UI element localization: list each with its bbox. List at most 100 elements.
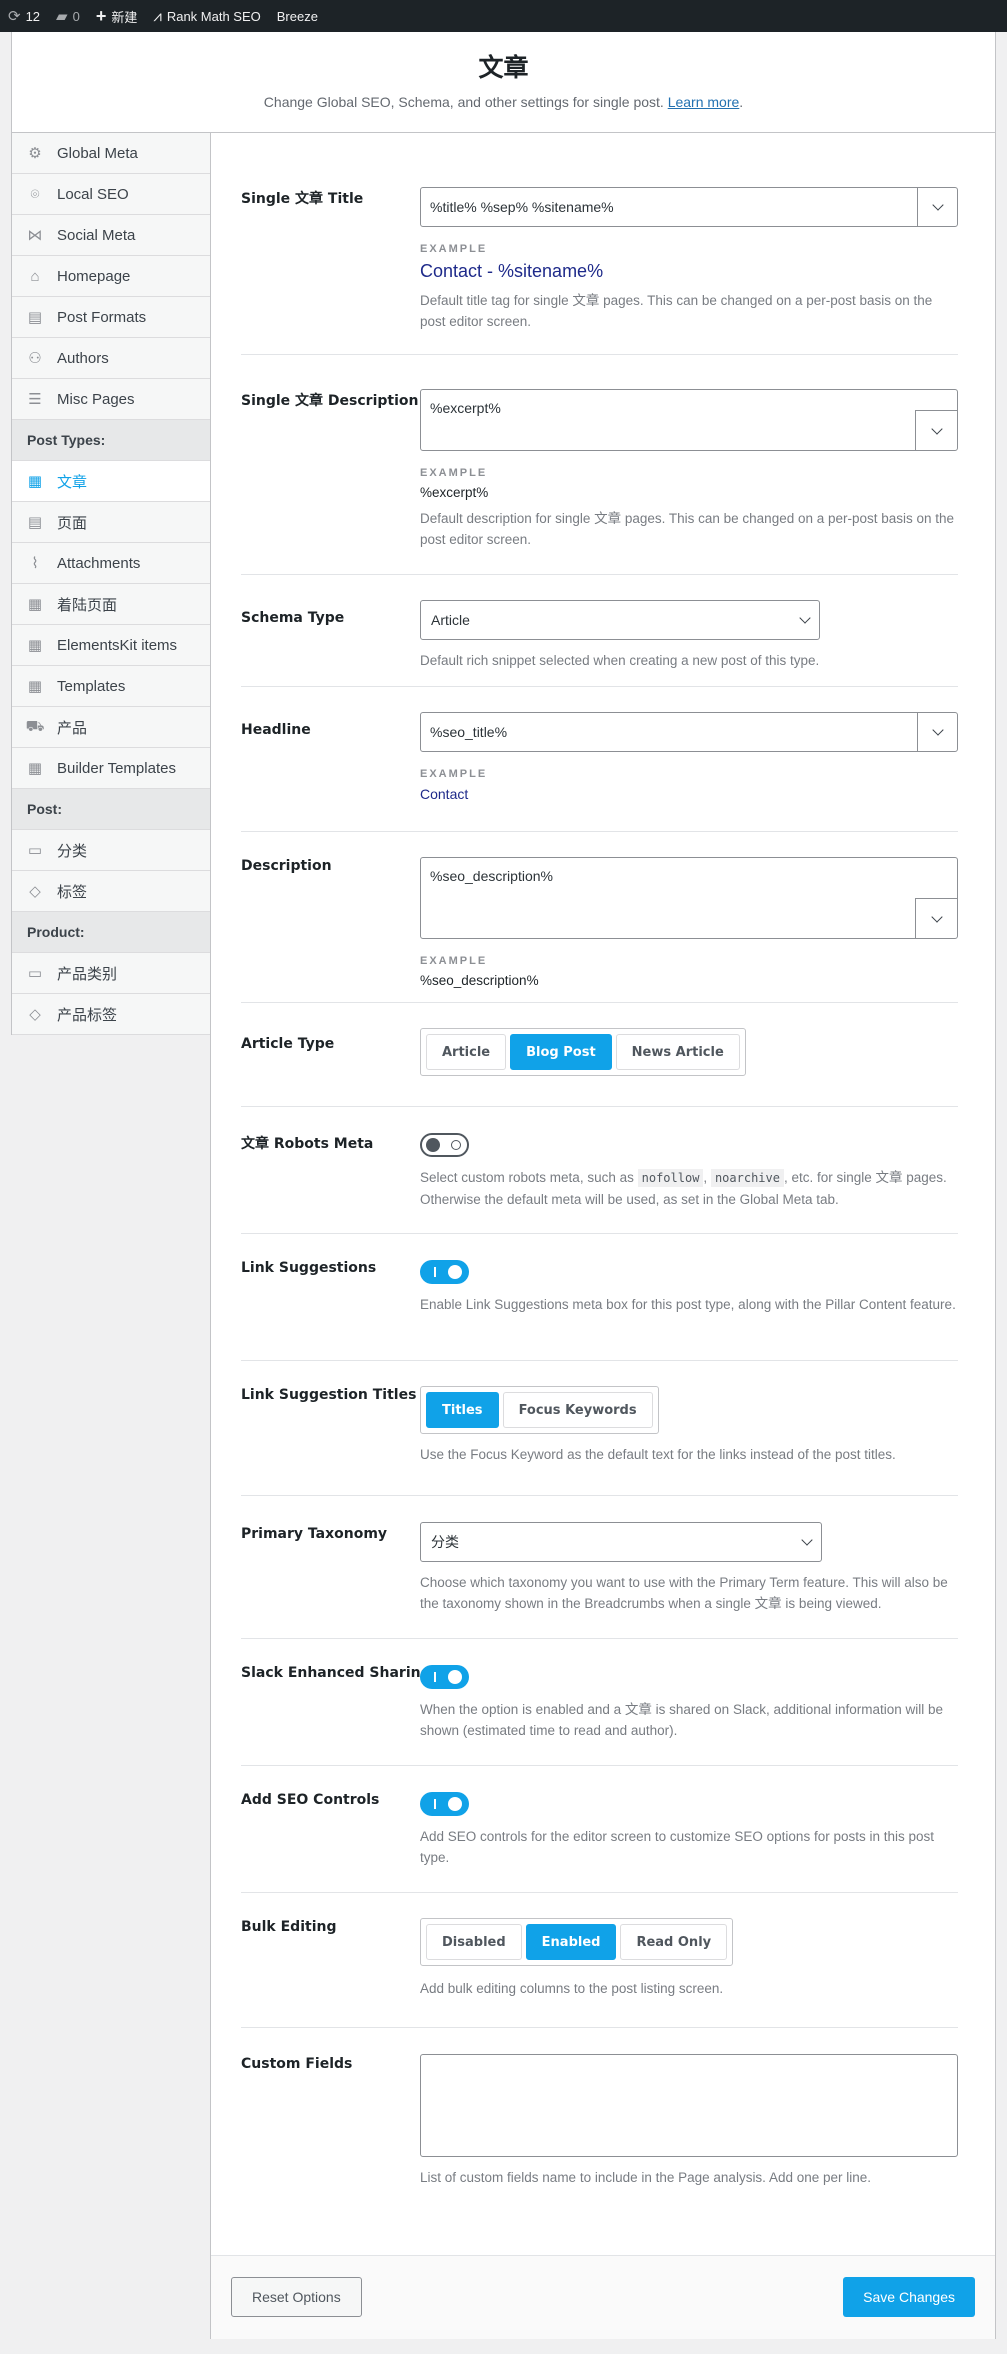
robots-meta-toggle[interactable] bbox=[420, 1133, 469, 1157]
slack-sharing-toggle[interactable] bbox=[420, 1665, 469, 1689]
sidebar-item[interactable]: ▦ ElementsKit items bbox=[12, 625, 211, 666]
slack-sharing-desc: When the option is enabled and a 文章 is s… bbox=[420, 1702, 944, 1738]
breeze-menu[interactable]: Breeze bbox=[269, 0, 326, 32]
bulk-editing-option[interactable]: Enabled bbox=[525, 1924, 617, 1960]
article-type-option[interactable]: Blog Post bbox=[510, 1034, 612, 1070]
gear-icon: ⚙ bbox=[28, 145, 42, 162]
single-description-value[interactable]: %excerpt% bbox=[421, 390, 957, 426]
description-input[interactable]: %seo_description% bbox=[420, 857, 958, 939]
single-description-desc: Default description for single 文章 pages.… bbox=[420, 511, 955, 547]
list-circle-icon: ☰ bbox=[28, 391, 42, 408]
setting-description: Description %seo_description% EXAMPLE %s… bbox=[241, 832, 958, 1003]
users-icon: ⚇ bbox=[28, 350, 42, 367]
sidebar-item[interactable]: ▤ Post Formats bbox=[12, 297, 211, 338]
rankmath-menu[interactable]: ⩘ Rank Math SEO bbox=[145, 0, 268, 32]
cart-icon: ⛟ bbox=[25, 717, 45, 735]
headline-label: Headline bbox=[241, 722, 311, 738]
settings-sidebar: ⚙ Global Meta ⌾ Local SEO ⋈ Social Meta ⌂ Homep… bbox=[11, 132, 211, 1035]
seo-controls-toggle[interactable] bbox=[420, 1792, 469, 1816]
sidebar-item[interactable]: ▦ Templates bbox=[12, 666, 211, 707]
sidebar-item[interactable]: ⌂ Homepage bbox=[12, 256, 211, 297]
robots-desc-sep: , bbox=[703, 1170, 708, 1185]
schema-type-desc: Default rich snippet selected when creat… bbox=[420, 653, 820, 668]
description-value[interactable]: %seo_description% bbox=[421, 858, 957, 894]
reset-options-button[interactable]: Reset Options bbox=[231, 2277, 362, 2317]
article-type-option[interactable]: News Article bbox=[615, 1034, 740, 1070]
page-icon: ▤ bbox=[27, 514, 43, 531]
example-label: EXAMPLE bbox=[420, 955, 488, 967]
sidebar-item[interactable]: ▦ 文章 bbox=[12, 461, 211, 502]
chevron-down-icon bbox=[799, 612, 811, 624]
sidebar-item-label: Authors bbox=[57, 349, 109, 367]
primary-taxonomy-select[interactable]: 分类 bbox=[420, 1522, 822, 1562]
comments-count: 0 bbox=[72, 8, 80, 24]
sidebar-item[interactable]: ⚇ Authors bbox=[12, 338, 211, 379]
save-changes-button[interactable]: Save Changes bbox=[843, 2277, 975, 2317]
sidebar-item-label: 产品 bbox=[57, 719, 88, 737]
custom-fields-label: Custom Fields bbox=[241, 2056, 353, 2072]
sidebar-item-label: Templates bbox=[57, 677, 126, 695]
setting-seo-controls: Add SEO Controls Add SEO controls for th… bbox=[241, 1766, 958, 1893]
link-suggestions-toggle[interactable] bbox=[420, 1260, 469, 1284]
variables-dropdown-button[interactable] bbox=[915, 410, 957, 450]
setting-bulk-editing: Bulk Editing Disabled Enabled Read Only Ad… bbox=[241, 1893, 958, 2028]
sidebar-item[interactable]: ⋈ Social Meta bbox=[12, 215, 211, 256]
article-type-option[interactable]: Article bbox=[426, 1034, 507, 1070]
sidebar-item[interactable]: ▭ 分类 bbox=[12, 830, 211, 871]
page-title: 文章 bbox=[478, 53, 529, 82]
variables-dropdown-button[interactable] bbox=[917, 188, 957, 226]
sidebar-item[interactable]: ▦ 着陆页面 bbox=[12, 584, 211, 625]
paperclip-icon: ⌇ bbox=[31, 555, 39, 572]
comments-button[interactable]: ▰ 0 bbox=[48, 0, 88, 32]
tag-icon: ◇ bbox=[29, 1006, 41, 1023]
schema-type-label: Schema Type bbox=[241, 610, 345, 626]
headline-example: Contact bbox=[420, 786, 469, 802]
single-description-input[interactable]: %excerpt% bbox=[420, 389, 958, 451]
chevron-down-icon bbox=[930, 910, 943, 923]
headline-value[interactable]: %seo_title% bbox=[421, 713, 917, 751]
sidebar-item-label: Local SEO bbox=[57, 185, 129, 203]
sidebar-item[interactable]: ⛟ 产品 bbox=[12, 707, 211, 748]
sidebar-item[interactable]: ⌇ Attachments bbox=[12, 543, 211, 584]
variables-dropdown-button[interactable] bbox=[917, 713, 957, 751]
setting-article-type: Article Type Article Blog Post News Articl… bbox=[241, 1003, 958, 1107]
description-label: Description bbox=[241, 858, 332, 874]
sidebar-item[interactable]: ◇ 产品标签 bbox=[12, 994, 211, 1035]
toggle-bar bbox=[434, 1672, 436, 1682]
setting-schema-type: Schema Type Article Default rich snippet… bbox=[241, 575, 958, 687]
custom-fields-textarea[interactable] bbox=[420, 2054, 958, 2157]
example-label: EXAMPLE bbox=[420, 243, 488, 255]
learn-more-link[interactable]: Learn more bbox=[668, 94, 740, 110]
sidebar-item[interactable]: ▦ Builder Templates bbox=[12, 748, 211, 789]
seo-controls-label: Add SEO Controls bbox=[241, 1792, 380, 1808]
sidebar-item-label: 文章 bbox=[57, 473, 88, 491]
noarchive-code: noarchive bbox=[710, 1169, 784, 1187]
bulk-editing-option[interactable]: Read Only bbox=[620, 1924, 728, 1960]
sidebar-item[interactable]: ⚙ Global Meta bbox=[12, 133, 211, 174]
folder-icon: ▭ bbox=[27, 965, 43, 982]
headline-input[interactable]: %seo_title% bbox=[420, 712, 958, 752]
link-suggestion-titles-option[interactable]: Focus Keywords bbox=[502, 1392, 653, 1428]
updates-button[interactable]: ⟳ 12 bbox=[0, 0, 48, 32]
single-title-example: Contact - %sitename% bbox=[420, 261, 604, 281]
sidebar-item[interactable]: ⌾ Local SEO bbox=[12, 174, 211, 215]
single-title-input[interactable]: %title% %sep% %sitename% bbox=[420, 187, 958, 227]
sidebar-item[interactable]: ◇ 标签 bbox=[12, 871, 211, 912]
schema-type-select[interactable]: Article bbox=[420, 600, 820, 640]
link-suggestion-titles-option[interactable]: Titles bbox=[426, 1392, 499, 1428]
single-title-value[interactable]: %title% %sep% %sitename% bbox=[421, 188, 917, 226]
slack-sharing-label: Slack Enhanced Sharing bbox=[241, 1665, 431, 1681]
post-icon: ▦ bbox=[27, 637, 43, 654]
example-label: EXAMPLE bbox=[420, 768, 488, 780]
toggle-knob bbox=[426, 1138, 440, 1152]
sidebar-item[interactable]: ▤ 页面 bbox=[12, 502, 211, 543]
new-label: 新建 bbox=[111, 9, 138, 25]
sidebar-item[interactable]: ▭ 产品类别 bbox=[12, 953, 211, 994]
bulk-editing-option[interactable]: Disabled bbox=[426, 1924, 522, 1960]
new-content-button[interactable]: + 新建 bbox=[88, 0, 146, 32]
sidebar-item[interactable]: ☰ Misc Pages bbox=[12, 379, 211, 420]
variables-dropdown-button[interactable] bbox=[915, 898, 957, 938]
schema-type-value: Article bbox=[431, 612, 470, 628]
sidebar-item-label: Attachments bbox=[57, 554, 141, 572]
setting-headline: Headline %seo_title% EXAMPLE Contact bbox=[241, 687, 958, 832]
